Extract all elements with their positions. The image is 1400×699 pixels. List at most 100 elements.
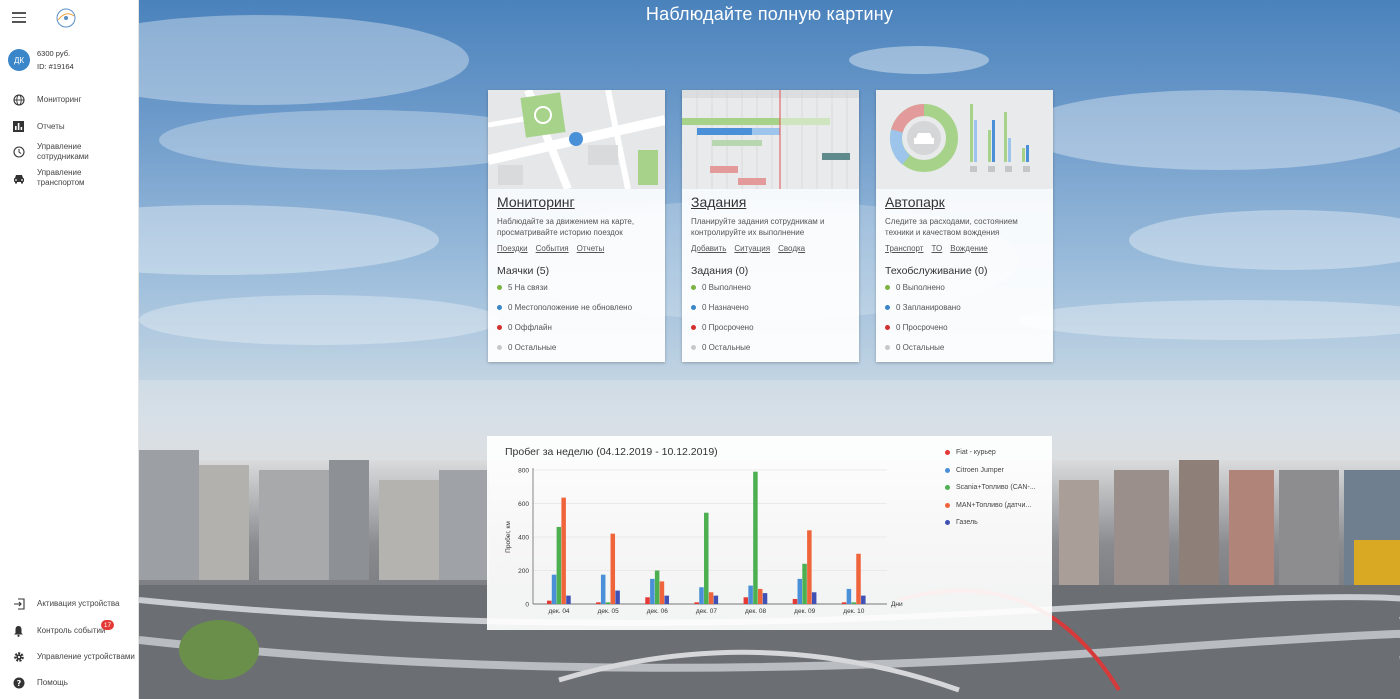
sidebar-item-label: Управление устройствами xyxy=(37,651,135,661)
trips-link[interactable]: Поездки xyxy=(497,244,528,253)
events-link[interactable]: События xyxy=(536,244,569,253)
status-overdue: 0 Просрочено xyxy=(691,323,754,332)
legend-label: Citroen Jumper xyxy=(956,466,1004,474)
driving-link[interactable]: Вождение xyxy=(950,244,988,253)
account-balance: 6300 руб. xyxy=(37,49,71,58)
bar xyxy=(699,587,704,604)
sidebar-item-label: Помощь xyxy=(37,677,68,687)
bar xyxy=(846,588,852,604)
bar xyxy=(596,602,601,604)
sidebar-item-help[interactable]: ? Помощь xyxy=(12,676,68,689)
legend-item-man[interactable]: MAN+Топливо (датчи... xyxy=(945,497,1036,515)
legend-label: Scania+Топливо (CAN-... xyxy=(956,484,1036,492)
legend-dot xyxy=(945,450,950,456)
add-task-link[interactable]: Добавить xyxy=(691,244,726,253)
bar xyxy=(610,533,616,604)
user-id: ID: #19164 xyxy=(37,62,74,71)
fleet-card-title[interactable]: Автопарк xyxy=(885,194,945,210)
sidebar-item-label: Управление сотрудниками xyxy=(37,142,89,161)
situation-link[interactable]: Ситуация xyxy=(734,244,770,253)
bar xyxy=(556,526,562,604)
sidebar-item-label: Контроль событий xyxy=(37,625,106,635)
sidebar-item-device-management[interactable]: Управление устройствами xyxy=(12,650,135,663)
bar xyxy=(841,602,847,604)
summary-link[interactable]: Сводка xyxy=(778,244,805,253)
legend-label: Газель xyxy=(956,519,978,527)
fleet-card-links: Транспорт ТО Вождение xyxy=(885,244,996,253)
sidebar-item-event-control[interactable]: Контроль событий xyxy=(12,624,105,637)
mileage-chart-panel: Пробег за неделю (04.12.2019 - 10.12.201… xyxy=(487,436,1052,630)
menu-icon[interactable] xyxy=(12,12,26,24)
page-headline: Наблюдайте полную картину xyxy=(645,4,894,24)
y-tick-label: 600 xyxy=(518,501,529,508)
status-done: 0 Выполнено xyxy=(885,283,945,292)
avatar[interactable]: ДК xyxy=(8,49,30,71)
transport-link[interactable]: Транспорт xyxy=(885,244,923,253)
status-label: 0 Остальные xyxy=(508,343,557,352)
sidebar-item-device-activation[interactable]: Активация устройства xyxy=(12,597,120,610)
status-label: 0 Запланировано xyxy=(896,303,961,312)
legend-label: MAN+Топливо (датчи... xyxy=(956,501,1032,509)
legend-item-gazelle[interactable]: Газель xyxy=(945,514,1036,532)
sidebar-item-reports[interactable]: Отчеты xyxy=(12,120,65,133)
sidebar-item-employees[interactable]: Управление сотрудниками xyxy=(12,142,117,162)
bar xyxy=(807,530,812,604)
clock-icon xyxy=(12,146,25,159)
bar xyxy=(861,595,866,604)
monitoring-card-description: Наблюдайте за движением на карте, просма… xyxy=(497,217,635,237)
legend-item-fiat[interactable]: Fiat - курьер xyxy=(945,444,1036,462)
fleet-card-description: Следите за расходами, состоянием техники… xyxy=(885,217,1018,237)
bar xyxy=(792,598,798,604)
status-done: 0 Выполнено xyxy=(691,283,751,292)
status-label: 0 Просрочено xyxy=(896,323,948,332)
monitoring-card-title[interactable]: Мониторинг xyxy=(497,194,575,210)
events-count-badge: 17 xyxy=(101,620,114,630)
sidebar-item-monitoring[interactable]: Мониторинг xyxy=(12,93,81,106)
status-assigned: 0 Назначено xyxy=(691,303,749,312)
sidebar-item-label: Активация устройства xyxy=(37,598,120,608)
company-logo[interactable] xyxy=(52,6,80,30)
legend-item-scania[interactable]: Scania+Топливо (CAN-... xyxy=(945,479,1036,497)
car-icon xyxy=(12,172,25,185)
map-illustration xyxy=(488,90,665,189)
status-label: 0 Местоположение не обновлено xyxy=(508,303,633,312)
x-tick-label: дек. 05 xyxy=(598,608,619,615)
status-offline: 0 Оффлайн xyxy=(497,323,552,332)
legend-dot xyxy=(945,467,950,473)
sidebar-item-label: Управление транспортом xyxy=(37,168,85,187)
bar xyxy=(811,592,817,604)
fleet-card: Автопарк Следите за расходами, состояние… xyxy=(876,90,1053,362)
y-axis-label: Пробег, км xyxy=(504,521,512,553)
status-dot xyxy=(691,285,696,290)
y-tick-label: 0 xyxy=(525,602,529,609)
bar-chart-icon xyxy=(12,120,25,133)
status-dot xyxy=(885,325,890,330)
status-overdue: 0 Просрочено xyxy=(885,323,948,332)
status-dot xyxy=(497,305,502,310)
tasks-card-links: Добавить Ситуация Сводка xyxy=(691,244,813,253)
x-tick-label: дек. 08 xyxy=(745,608,766,615)
legend-label: Fiat - курьер xyxy=(956,449,996,457)
gantt-illustration xyxy=(682,90,859,189)
tasks-card-title[interactable]: Задания xyxy=(691,194,746,210)
bar xyxy=(753,471,758,604)
maintenance-link[interactable]: ТО xyxy=(931,244,942,253)
sidebar: ДК 6300 руб. ID: #19164 Мониторинг Отчет… xyxy=(0,0,139,699)
status-label: 0 Просрочено xyxy=(702,323,754,332)
dashboard-main: Наблюдайте полную картину Мониторинг Наб… xyxy=(139,0,1400,699)
sidebar-item-transport[interactable]: Управление транспортом xyxy=(12,168,117,188)
status-label: 0 Выполнено xyxy=(702,283,751,292)
globe-icon xyxy=(12,93,25,106)
sidebar-item-label: Мониторинг xyxy=(37,94,82,104)
x-tick-label: дек. 10 xyxy=(843,608,864,615)
tasks-card: Задания Планируйте задания сотрудникам и… xyxy=(682,90,859,362)
legend-item-citroen[interactable]: Citroen Jumper xyxy=(945,462,1036,480)
beacons-section-title: Маячки (5) xyxy=(497,265,550,277)
bar xyxy=(762,593,768,604)
reports-link[interactable]: Отчеты xyxy=(577,244,605,253)
bar xyxy=(600,574,606,604)
status-label: 0 Оффлайн xyxy=(508,323,552,332)
bar xyxy=(743,597,749,604)
x-tick-label: дек. 07 xyxy=(696,608,717,615)
bar xyxy=(659,581,665,604)
